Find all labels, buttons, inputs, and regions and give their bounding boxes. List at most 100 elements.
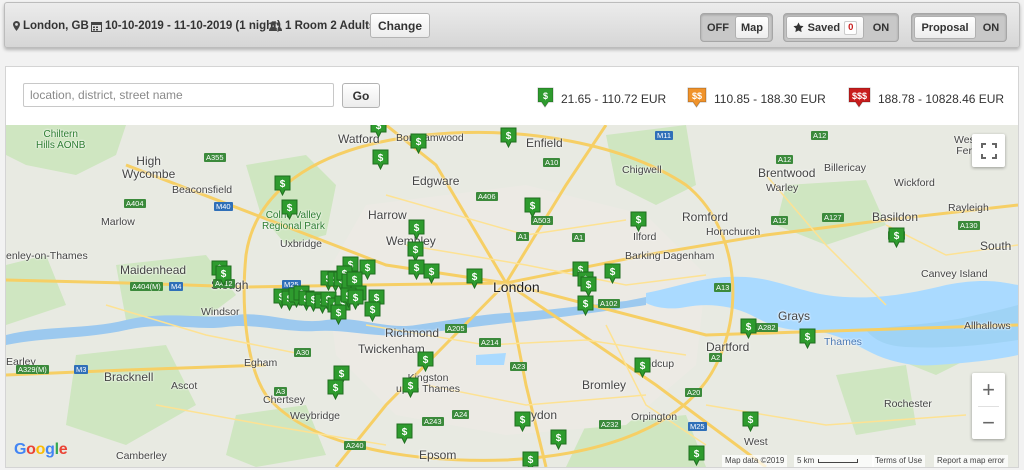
road-shield: A2 bbox=[709, 353, 723, 362]
hotel-price-pin[interactable]: $ bbox=[742, 411, 759, 433]
fullscreen-button[interactable] bbox=[972, 134, 1005, 167]
road-shield: A1 bbox=[516, 232, 530, 241]
hotel-price-pin[interactable]: $ bbox=[370, 125, 387, 139]
zoom-out-button[interactable]: − bbox=[972, 406, 1005, 439]
change-button[interactable]: Change bbox=[370, 13, 430, 38]
hotel-price-pin[interactable]: $ bbox=[466, 268, 483, 290]
svg-text:$$: $$ bbox=[692, 91, 702, 101]
svg-text:$: $ bbox=[287, 203, 293, 214]
price-legend-item: $21.65 - 110.72 EUR bbox=[537, 87, 666, 111]
hotel-price-pin[interactable]: $ bbox=[408, 219, 425, 241]
hotel-price-pin[interactable]: $ bbox=[500, 127, 517, 149]
price-range-text: 188.78 - 10828.46 EUR bbox=[878, 92, 1005, 106]
hotel-price-pin[interactable]: $ bbox=[410, 133, 427, 155]
hotel-price-pin[interactable]: $ bbox=[888, 227, 905, 249]
saved-toggle[interactable]: Saved 0 ON bbox=[783, 13, 899, 42]
svg-text:$: $ bbox=[543, 91, 548, 101]
report-map-error-link[interactable]: Report a map error bbox=[934, 455, 1008, 467]
map-label-orpington: Orpington bbox=[631, 411, 678, 423]
zoom-in-button[interactable]: + bbox=[972, 373, 1005, 406]
hotel-price-pin[interactable]: $ bbox=[402, 377, 419, 399]
hotel-price-pin[interactable]: $ bbox=[274, 175, 291, 197]
map-label-windsor: Windsor bbox=[201, 306, 240, 318]
hotel-price-pin[interactable]: $ bbox=[522, 451, 539, 467]
hotel-price-pin[interactable]: $ bbox=[514, 411, 531, 433]
road-shield: A1 bbox=[572, 233, 586, 242]
location-search-input[interactable] bbox=[23, 83, 334, 107]
map-toggle[interactable]: OFF Map bbox=[700, 13, 773, 42]
map-toggle-off[interactable]: OFF bbox=[703, 16, 733, 39]
map-label-edgware: Edgware bbox=[412, 174, 460, 188]
hotel-price-pin[interactable]: $ bbox=[688, 445, 705, 467]
road-shield: A13 bbox=[714, 283, 732, 292]
map-marker-icon bbox=[13, 21, 20, 31]
hotel-price-pin[interactable]: $ bbox=[524, 197, 541, 219]
svg-text:$: $ bbox=[365, 263, 371, 274]
road-shield: M4 bbox=[169, 282, 184, 291]
map-label-hornchurch: Hornchurch bbox=[706, 226, 761, 238]
svg-text:$: $ bbox=[520, 415, 526, 426]
svg-text:$: $ bbox=[414, 263, 420, 274]
terms-link[interactable]: Terms of Use bbox=[872, 455, 926, 467]
svg-text:$: $ bbox=[221, 269, 227, 280]
map-label-ascot: Ascot bbox=[171, 380, 198, 392]
hotel-price-pin[interactable]: $ bbox=[423, 263, 440, 285]
hotel-price-pin[interactable]: $ bbox=[577, 295, 594, 317]
map-label-london: London bbox=[493, 279, 540, 295]
map-canvas[interactable]: Watford Enfield High Wycombe Chiltern Hills… bbox=[6, 125, 1018, 467]
map-toggle-on[interactable]: Map bbox=[735, 16, 769, 39]
proposal-toggle-label[interactable]: Proposal bbox=[914, 16, 976, 39]
hotel-price-pin[interactable]: $ bbox=[799, 328, 816, 350]
road-shield: A102 bbox=[598, 299, 620, 308]
map-label-wickford: Wickford bbox=[894, 177, 935, 189]
hotel-price-pin[interactable]: $ bbox=[580, 276, 597, 298]
saved-toggle-label[interactable]: Saved 0 bbox=[786, 16, 864, 39]
hotel-price-pin[interactable]: $ bbox=[327, 379, 344, 401]
proposal-toggle-state[interactable]: ON bbox=[978, 16, 1004, 39]
hotel-price-pin[interactable]: $ bbox=[630, 211, 647, 233]
zoom-control: + − bbox=[972, 373, 1005, 439]
svg-text:$: $ bbox=[583, 299, 589, 310]
road-shield: A130 bbox=[958, 221, 980, 230]
svg-text:$: $ bbox=[528, 455, 534, 466]
road-shield: A329(M) bbox=[16, 365, 49, 374]
map-label-romford: Romford bbox=[682, 210, 729, 224]
road-shield: A20 bbox=[685, 388, 703, 397]
proposal-toggle[interactable]: Proposal ON bbox=[911, 13, 1007, 42]
road-shield: A232 bbox=[599, 420, 621, 429]
map-label-chiltern: Chiltern Hills AONB bbox=[36, 129, 86, 151]
hotel-price-pin[interactable]: $ bbox=[740, 318, 757, 340]
road-shield: A214 bbox=[479, 338, 501, 347]
hotel-price-pin[interactable]: $ bbox=[417, 351, 434, 373]
map-label-warley: Warley bbox=[766, 182, 799, 194]
map-label-west: West bbox=[744, 436, 768, 448]
price-marker-icon: $ bbox=[537, 87, 554, 111]
map-label-ilford: Ilford bbox=[633, 231, 657, 243]
svg-text:$: $ bbox=[408, 381, 414, 392]
hotel-price-pin[interactable]: $ bbox=[634, 357, 651, 379]
hotel-price-pin[interactable]: $ bbox=[396, 423, 413, 445]
price-marker-icon: $$$ bbox=[848, 87, 871, 111]
hotel-price-pin[interactable]: $ bbox=[550, 429, 567, 451]
hotel-price-pin[interactable]: $ bbox=[281, 199, 298, 221]
road-shield: A23 bbox=[510, 362, 528, 371]
map-label-southend: South bbox=[980, 239, 1012, 253]
hotel-price-pin[interactable]: $ bbox=[330, 304, 347, 326]
hotel-price-pin[interactable]: $ bbox=[372, 149, 389, 171]
road-shield: A12 bbox=[771, 216, 789, 225]
road-shield: A24 bbox=[452, 410, 470, 419]
road-shield: A355 bbox=[204, 153, 226, 162]
map-label-borehamwood: Borehamwood bbox=[396, 132, 464, 144]
svg-text:$: $ bbox=[353, 293, 359, 304]
map-label-epsom: Epsom bbox=[419, 448, 457, 462]
road-shield: M25 bbox=[688, 422, 707, 431]
calendar-icon bbox=[91, 21, 102, 32]
svg-text:$: $ bbox=[414, 223, 420, 234]
saved-toggle-state[interactable]: ON bbox=[866, 16, 896, 39]
scale-bar bbox=[818, 459, 859, 463]
hotel-price-pin[interactable]: $ bbox=[215, 265, 232, 287]
hotel-price-pin[interactable]: $ bbox=[604, 263, 621, 285]
hotel-price-pin[interactable]: $ bbox=[347, 289, 364, 311]
hotel-price-pin[interactable]: $ bbox=[364, 301, 381, 323]
go-button[interactable]: Go bbox=[342, 83, 380, 108]
